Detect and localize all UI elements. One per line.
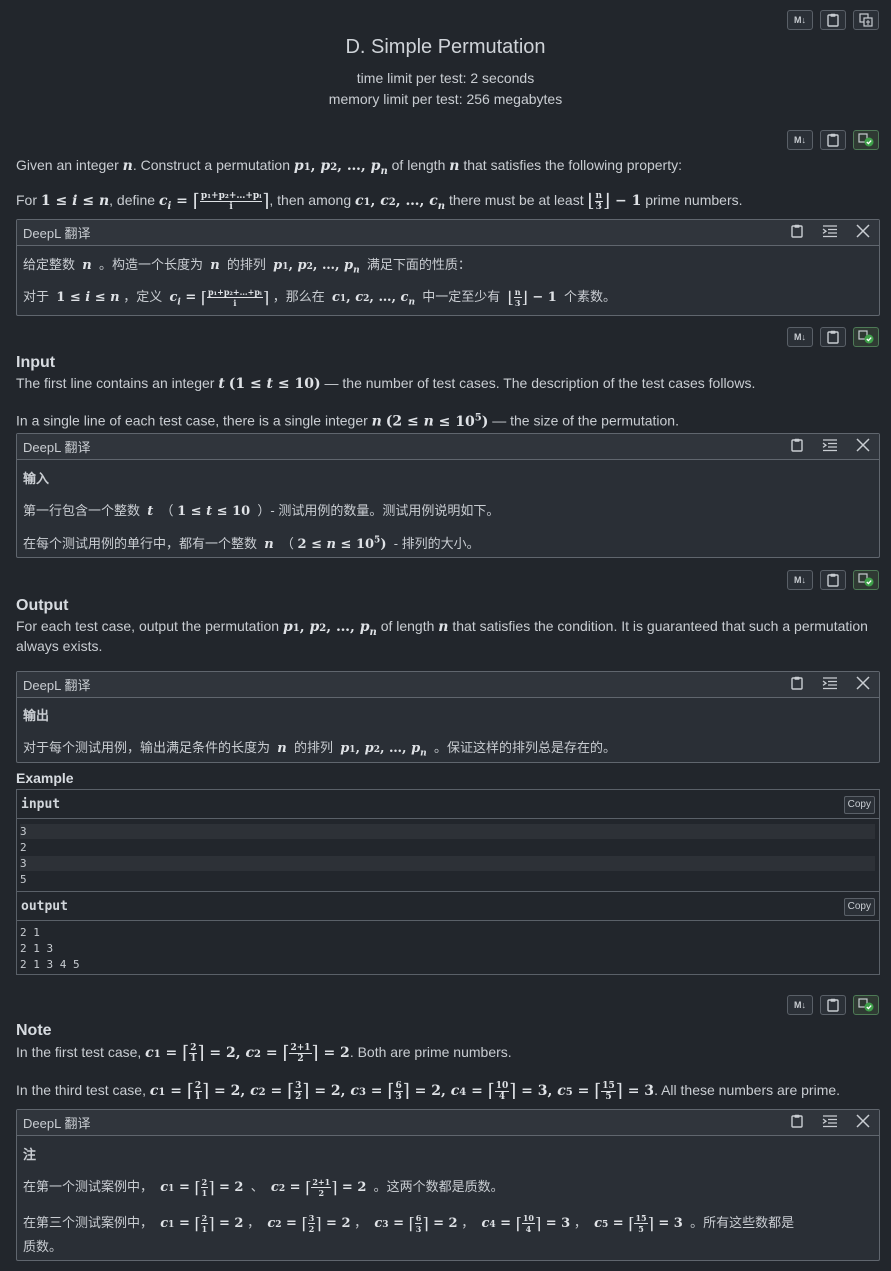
code-line: 2 — [20, 841, 27, 854]
clipboard-icon[interactable] — [789, 676, 805, 692]
deepl-input-line-1: 第一行包含一个整数 t （ 1 ≤ t ≤ 10 ）- 测试用例的数量。测试用例… — [23, 503, 500, 519]
deepl-note-heading: 注 — [23, 1147, 37, 1162]
translate-done-icon[interactable] — [853, 130, 879, 150]
code-line: 2 1 3 — [20, 942, 54, 955]
clipboard-icon[interactable] — [820, 995, 846, 1015]
note-line-2: In the third test case, c1 = ⌈ 2 1 ⌉ = 2, c… — [16, 1080, 841, 1102]
deepl-label: DeepL 翻译 — [23, 440, 91, 455]
example-input-header: input Copy — [17, 790, 879, 819]
deepl-label: DeepL 翻译 — [23, 226, 91, 241]
input-toolbar: M↓ — [787, 327, 879, 347]
format-icon[interactable] — [822, 1114, 838, 1130]
clipboard-icon[interactable] — [820, 327, 846, 347]
deepl-output-box: DeepL 翻译 输出 对于每个测试用例，输出满足条件的长度为 n 的排列 p1… — [16, 671, 880, 763]
code-line: 3 — [20, 856, 875, 871]
translate-done-icon[interactable] — [853, 995, 879, 1015]
deepl-note-box: DeepL 翻译 注 在第一个测试案例中， c1 = ⌈ 2 1 ⌉ = 2 、 c2… — [16, 1109, 880, 1261]
close-icon[interactable] — [855, 1114, 871, 1130]
deepl-output-heading: 输出 — [23, 708, 50, 723]
time-limit: time limit per test: 2 seconds — [356, 70, 535, 86]
example-output-header: output Copy — [17, 891, 879, 921]
close-icon[interactable] — [855, 676, 871, 692]
clipboard-icon[interactable] — [789, 438, 805, 454]
clipboard-icon[interactable] — [789, 224, 805, 240]
code-line: 5 — [20, 873, 27, 886]
note-line-1: In the first test case, c1 = ⌈ 2 1 ⌉ = 2, c… — [16, 1042, 512, 1064]
markdown-button[interactable]: M↓ — [787, 130, 813, 150]
copy-output-button[interactable]: Copy — [843, 898, 875, 916]
output-toolbar: M↓ — [787, 570, 879, 590]
input-line-2: In a single line of each test case, ther… — [16, 412, 679, 430]
format-icon[interactable] — [822, 676, 838, 692]
markdown-button[interactable]: M↓ — [787, 327, 813, 347]
note-toolbar: M↓ — [787, 995, 879, 1015]
statement-toolbar: M↓ — [787, 130, 879, 150]
deepl-label: DeepL 翻译 — [23, 1116, 91, 1131]
translate-done-icon[interactable] — [853, 327, 879, 347]
close-icon[interactable] — [855, 438, 871, 454]
copy-input-button[interactable]: Copy — [843, 796, 875, 814]
code-line: 3 — [20, 824, 875, 839]
note-heading: Note — [16, 1022, 52, 1039]
example-input-label: input — [21, 797, 61, 812]
deepl-input-heading: 输入 — [23, 471, 50, 486]
example-output-label: output — [21, 899, 68, 914]
format-icon[interactable] — [822, 438, 838, 454]
input-line-1: The first line contains an integer t (1 … — [16, 375, 756, 392]
translate-icon[interactable] — [853, 10, 879, 30]
translate-done-icon[interactable] — [853, 570, 879, 590]
clipboard-icon[interactable] — [789, 1114, 805, 1130]
deepl-note-line-1: 在第一个测试案例中， c1 = ⌈ 2 1 ⌉ = 2 、 c2 = ⌈ 2+1 2 ⌉ =… — [23, 1177, 504, 1199]
deepl-statement-box: DeepL 翻译 给定整数 n 。构造一个长度为 n 的排列 p1, p2, …… — [16, 219, 880, 316]
clipboard-icon[interactable] — [820, 10, 846, 30]
statement-line-2: For 1 ≤ i ≤ n, define ci = ⌈ p₁+p₂+…+pᵢ i ⌉… — [16, 190, 743, 212]
deepl-input-line-2: 在每个测试用例的单行中，都有一个整数 n （ 2 ≤ n ≤ 105) - 排列… — [23, 535, 480, 552]
output-heading: Output — [16, 597, 69, 614]
close-icon[interactable] — [855, 224, 871, 240]
example-output-code[interactable]: 2 1 2 1 3 2 1 3 4 5 — [17, 921, 879, 975]
example-heading: Example — [16, 770, 74, 786]
markdown-button[interactable]: M↓ — [787, 10, 813, 30]
input-heading: Input — [16, 354, 56, 371]
example-input-code[interactable]: 3 2 3 5 — [17, 819, 879, 891]
deepl-output-line-1: 对于每个测试用例，输出满足条件的长度为 n 的排列 p1, p2, …, pn … — [23, 740, 616, 759]
header-toolbar: M↓ — [787, 10, 879, 30]
markdown-button[interactable]: M↓ — [787, 995, 813, 1015]
clipboard-icon[interactable] — [820, 570, 846, 590]
code-line: 2 1 — [20, 926, 40, 939]
code-line: 2 1 3 4 5 — [20, 958, 80, 971]
clipboard-icon[interactable] — [820, 130, 846, 150]
example-box: input Copy 3 2 3 5 output Copy 2 1 2 1 3… — [16, 789, 880, 975]
problem-title: D. Simple Permutation — [345, 36, 546, 58]
deepl-note-line-2: 在第三个测试案例中， c1 = ⌈ 2 1 ⌉ = 2 ， c2 = ⌈ 3 2 ⌉ = 2… — [23, 1213, 795, 1254]
deepl-label: DeepL 翻译 — [23, 678, 91, 693]
format-icon[interactable] — [822, 224, 838, 240]
statement-line-1: Given an integer n. Construct a permutat… — [16, 157, 682, 177]
deepl-statement-line-1: 给定整数 n 。构造一个长度为 n 的排列 p1, p2, …, pn 满足下面… — [23, 257, 471, 276]
markdown-button[interactable]: M↓ — [787, 570, 813, 590]
deepl-statement-line-2: 对于 1 ≤ i ≤ n ，定义 ci = ⌈ p₁+p₂+…+pᵢ i ⌉ ，那么在… — [23, 287, 617, 309]
output-line-2: always exists. — [16, 638, 103, 654]
deepl-input-box: DeepL 翻译 输入 第一行包含一个整数 t （ 1 ≤ t ≤ 10 ）- … — [16, 433, 880, 558]
memory-limit: memory limit per test: 256 megabytes — [328, 91, 563, 107]
